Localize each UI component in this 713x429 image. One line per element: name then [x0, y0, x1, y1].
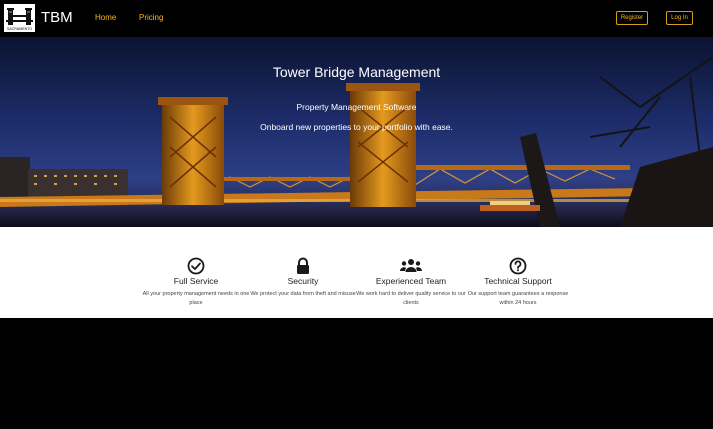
hero-subtitle: Property Management Software — [296, 102, 417, 112]
feature-description: Our support team guarantees a response w… — [467, 291, 569, 306]
feature-title: Technical Support — [484, 276, 552, 286]
logo-caption: SACRAMENTO — [7, 27, 32, 31]
register-button[interactable]: Register — [616, 11, 648, 25]
login-button[interactable]: Log In — [666, 11, 693, 25]
logo[interactable]: SACRAMENTO — [4, 4, 35, 32]
features-section: Full Service All your property managemen… — [0, 227, 713, 318]
question-circle-icon — [509, 257, 527, 275]
tower-bridge-logo-icon: SACRAMENTO — [4, 4, 35, 32]
feature-description: All your property management needs in on… — [142, 291, 250, 306]
lock-icon — [297, 257, 309, 274]
nav-pricing-link[interactable]: Pricing — [139, 13, 163, 22]
feature-title: Security — [287, 276, 319, 286]
hero-banner: Tower Bridge Management Property Managem… — [0, 37, 713, 227]
hero-tagline: Onboard new properties to your portfolio… — [260, 122, 453, 132]
nav-home-link[interactable]: Home — [95, 13, 116, 22]
feature-description: We protect your data from theft and misu… — [250, 291, 356, 297]
hero-title: Tower Bridge Management — [272, 64, 441, 80]
navbar: SACRAMENTO TBM Home Pricing Register Log… — [0, 0, 713, 37]
feature-title: Experienced Team — [375, 276, 447, 286]
users-icon — [400, 259, 422, 272]
page-footer — [0, 318, 713, 429]
feature-title: Full Service — [173, 276, 219, 286]
feature-description: We work hard to deliver quality service … — [356, 291, 466, 306]
brand-name[interactable]: TBM — [41, 9, 73, 26]
check-circle-icon — [187, 257, 205, 275]
